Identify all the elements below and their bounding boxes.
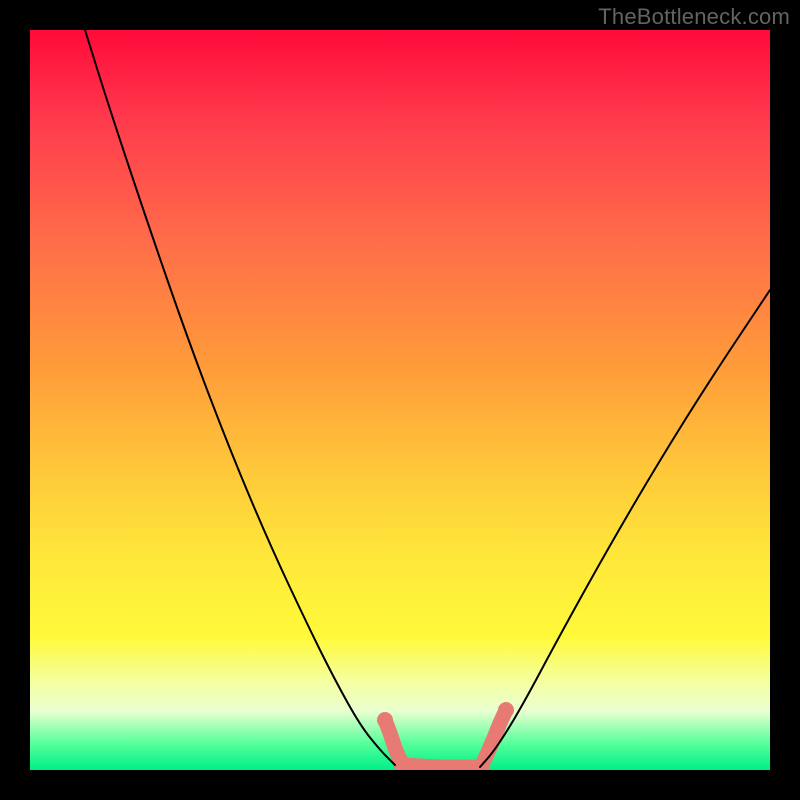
pink-blob-right-cap (498, 702, 514, 718)
pink-blob-bottom (402, 765, 478, 767)
annotation-layer (377, 702, 514, 770)
chart-stage: TheBottleneck.com (0, 0, 800, 800)
series-left-curve (85, 30, 395, 765)
series-right-curve (480, 290, 770, 767)
curve-layer (85, 30, 770, 767)
plot-area (30, 30, 770, 770)
chart-svg (30, 30, 770, 770)
pink-blob-left-cap (377, 712, 393, 728)
attribution-text: TheBottleneck.com (598, 4, 790, 30)
